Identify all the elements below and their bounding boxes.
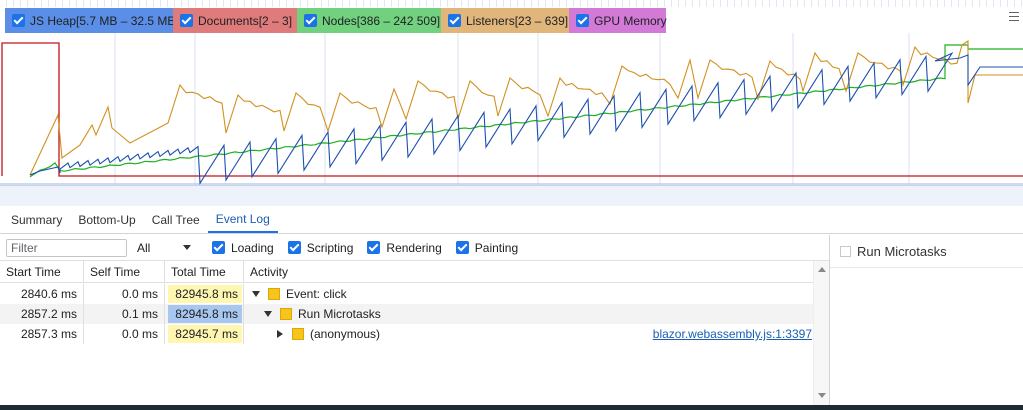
checkbox-checked-icon bbox=[12, 14, 25, 27]
total-time-cell: 82945.8 ms bbox=[165, 304, 244, 324]
painting-checkbox-label: Painting bbox=[474, 240, 519, 255]
bottom-edge bbox=[0, 405, 1023, 410]
checkbox-checked-icon bbox=[455, 241, 469, 254]
tab-call-tree[interactable]: Call Tree bbox=[144, 206, 208, 233]
category-swatch-icon bbox=[840, 245, 851, 257]
details-pane: Run Microtasks bbox=[829, 235, 1023, 410]
details-header: Run Microtasks bbox=[830, 235, 1023, 268]
scroll-down-icon[interactable] bbox=[818, 393, 826, 398]
counter-label: JS Heap[5.7 MB – 32.5 MB] bbox=[30, 13, 179, 28]
self-time-cell: 0.0 ms bbox=[84, 324, 165, 344]
category-select[interactable]: All bbox=[137, 241, 193, 255]
memory-chart bbox=[0, 33, 1023, 185]
scripting-category-icon bbox=[292, 328, 304, 340]
column-self-time[interactable]: Self Time bbox=[84, 261, 165, 283]
checkbox-checked-icon bbox=[304, 14, 317, 27]
total-time-cell: 82945.7 ms bbox=[165, 324, 244, 344]
table-row[interactable]: 2857.2 ms 0.1 ms 82945.8 ms Run Microtasks bbox=[0, 304, 813, 324]
tab-summary[interactable]: Summary bbox=[3, 206, 70, 233]
filter-toolbar: All Loading Scripting Rendering Painting bbox=[0, 235, 829, 261]
rendering-checkbox[interactable]: Rendering bbox=[367, 240, 442, 255]
rendering-checkbox-label: Rendering bbox=[386, 240, 442, 255]
event-log-table: Start Time Self Time Total Time Activity… bbox=[0, 261, 829, 410]
counter-label: Listeners[23 – 639] bbox=[466, 13, 569, 28]
counter-toggle[interactable]: Nodes[386 – 242 509] bbox=[297, 8, 441, 33]
menu-icon[interactable] bbox=[1009, 12, 1019, 21]
activity-cell: Event: click bbox=[244, 284, 813, 304]
scripting-checkbox-label: Scripting bbox=[306, 240, 354, 255]
scripting-category-icon bbox=[280, 308, 292, 320]
activity-name: (anonymous) bbox=[310, 327, 381, 341]
total-time-value: 82945.8 ms bbox=[168, 305, 242, 323]
scripting-category-icon bbox=[268, 288, 280, 300]
expand-down-icon[interactable] bbox=[252, 291, 260, 297]
column-start-time[interactable]: Start Time bbox=[0, 261, 84, 283]
tab-bar: Summary Bottom-Up Call Tree Event Log bbox=[0, 206, 1023, 234]
expand-down-icon[interactable] bbox=[264, 311, 272, 317]
filter-input[interactable] bbox=[6, 238, 127, 257]
total-time-cell: 82945.8 ms bbox=[165, 284, 244, 304]
scroll-up-icon[interactable] bbox=[818, 267, 826, 272]
checkbox-checked-icon bbox=[287, 241, 301, 254]
activity-name: Event: click bbox=[286, 287, 347, 301]
category-select-value: All bbox=[137, 240, 151, 255]
counter-toggle[interactable]: GPU Memory bbox=[569, 8, 667, 33]
memory-chart-svg bbox=[0, 33, 1023, 185]
counter-toggle[interactable]: JS Heap[5.7 MB – 32.5 MB] bbox=[5, 8, 179, 33]
activity-cell: (anonymous) blazor.webassembly.js:1:3397 bbox=[244, 324, 813, 344]
source-link[interactable]: blazor.webassembly.js:1:3397 bbox=[653, 327, 812, 341]
performance-panel: JS Heap[5.7 MB – 32.5 MB] Documents[2 – 3… bbox=[0, 0, 1023, 410]
table-row[interactable]: 2857.3 ms 0.0 ms 82945.7 ms (anonymous) blaz… bbox=[0, 324, 813, 344]
checkbox-checked-icon bbox=[448, 14, 461, 27]
checkbox-checked-icon bbox=[367, 241, 381, 254]
table-header: Start Time Self Time Total Time Activity bbox=[0, 261, 813, 283]
overview-strip bbox=[0, 0, 1023, 7]
self-time-cell: 0.0 ms bbox=[84, 284, 165, 304]
counter-legend-bar: JS Heap[5.7 MB – 32.5 MB] Documents[2 – 3… bbox=[0, 0, 1023, 33]
loading-checkbox-label: Loading bbox=[231, 240, 274, 255]
total-time-value: 82945.8 ms bbox=[168, 285, 242, 303]
total-time-value: 82945.7 ms bbox=[168, 325, 242, 343]
details-title: Run Microtasks bbox=[857, 243, 947, 259]
counter-label: Nodes[386 – 242 509] bbox=[322, 13, 441, 28]
start-time-cell: 2857.3 ms bbox=[0, 324, 84, 344]
chevron-down-icon bbox=[183, 245, 191, 250]
tab-event-log[interactable]: Event Log bbox=[207, 206, 278, 233]
start-time-cell: 2857.2 ms bbox=[0, 304, 84, 324]
counter-label: Documents[2 – 3] bbox=[198, 13, 293, 28]
chart-timeline-strip bbox=[0, 185, 1023, 206]
checkbox-checked-icon bbox=[212, 241, 225, 254]
counter-label: GPU Memory bbox=[594, 13, 667, 28]
table-row[interactable]: 2840.6 ms 0.0 ms 82945.8 ms Event: click bbox=[0, 284, 813, 304]
column-total-time[interactable]: Total Time bbox=[165, 261, 244, 283]
column-activity[interactable]: Activity bbox=[244, 261, 813, 283]
tab-bottom-up[interactable]: Bottom-Up bbox=[70, 206, 143, 233]
activity-cell: Run Microtasks bbox=[244, 304, 813, 324]
loading-checkbox[interactable]: Loading bbox=[212, 241, 274, 255]
checkbox-checked-icon bbox=[180, 14, 193, 27]
table-scrollbar[interactable] bbox=[813, 261, 829, 410]
painting-checkbox[interactable]: Painting bbox=[455, 240, 519, 255]
counter-toggle[interactable]: Documents[2 – 3] bbox=[173, 8, 297, 33]
counter-toggle[interactable]: Listeners[23 – 639] bbox=[441, 8, 569, 33]
activity-name: Run Microtasks bbox=[298, 307, 381, 321]
checkbox-checked-icon bbox=[576, 14, 589, 27]
scripting-checkbox[interactable]: Scripting bbox=[287, 240, 354, 255]
start-time-cell: 2840.6 ms bbox=[0, 284, 84, 304]
self-time-cell: 0.1 ms bbox=[84, 304, 165, 324]
expand-right-icon[interactable] bbox=[277, 330, 283, 338]
